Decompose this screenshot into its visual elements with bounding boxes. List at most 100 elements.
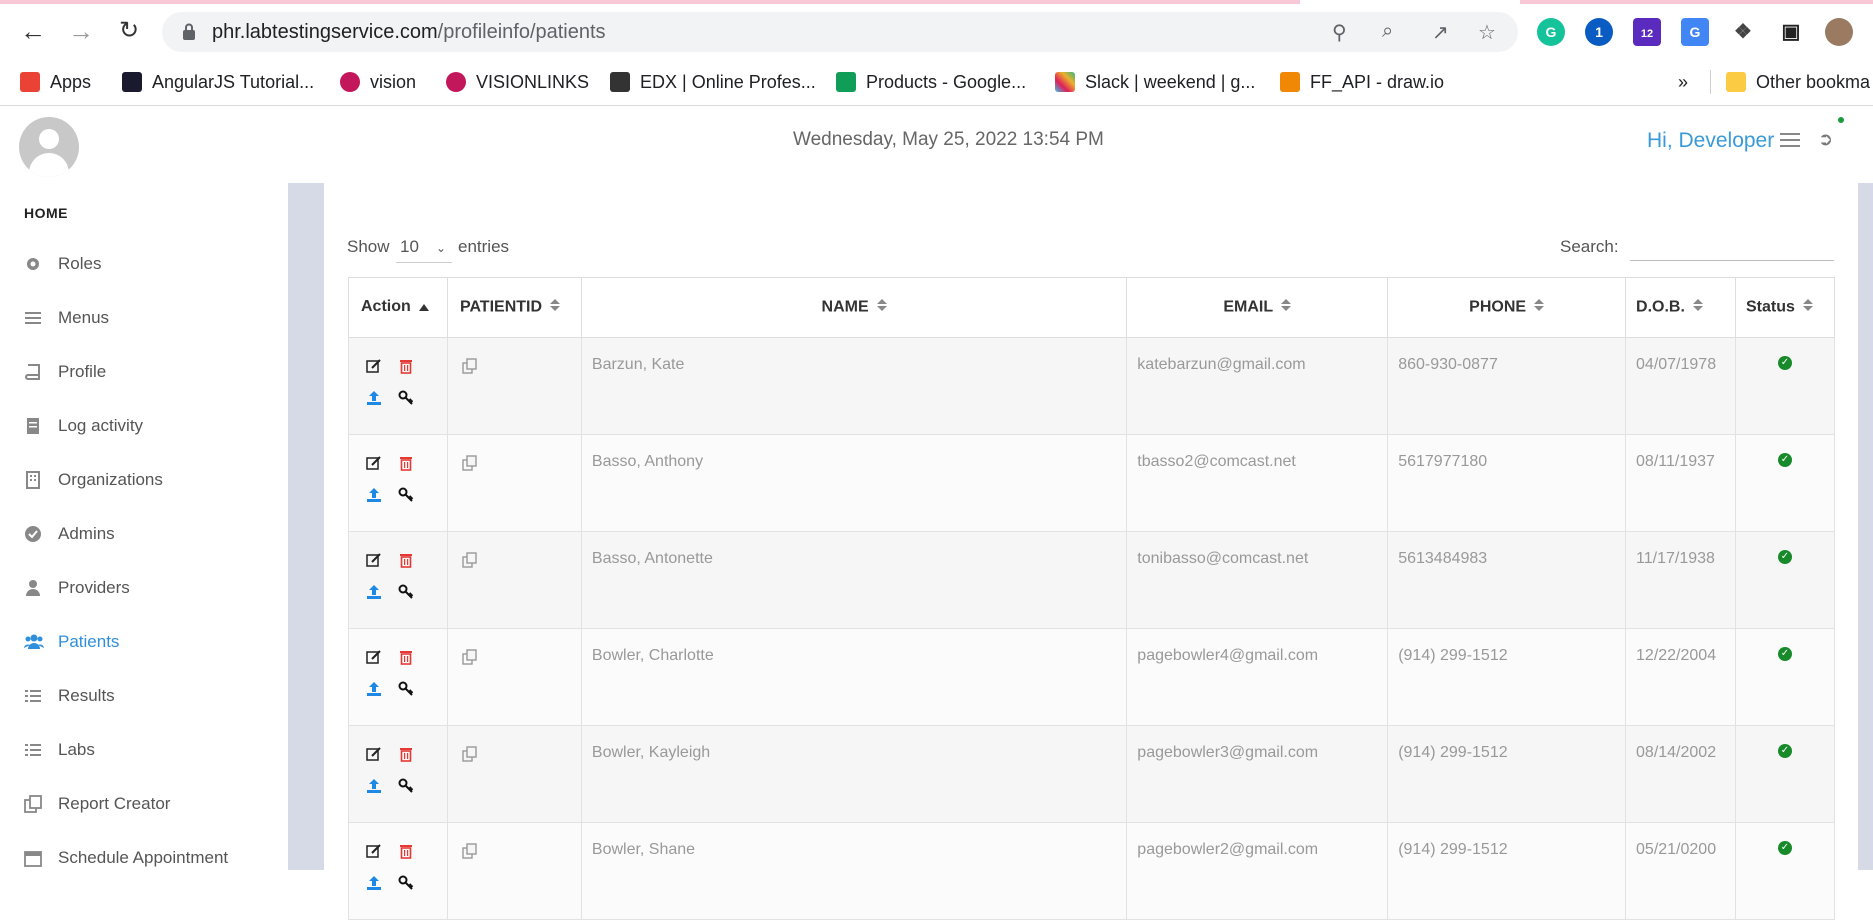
name-cell: Bowler, Charlotte [580,628,1128,726]
sidebar-home-heading: HOME [24,205,68,221]
angularjs-icon [122,72,142,92]
upload-icon[interactable] [364,582,384,602]
status-active-icon[interactable]: ✓ [1777,647,1792,661]
sidebar-item-profile[interactable]: Profile [24,357,106,387]
delete-icon[interactable] [396,647,416,667]
omnibox[interactable]: phr.labtestingservice.com/profileinfo/pa… [162,12,1518,52]
status-active-icon[interactable]: ✓ [1777,453,1792,467]
bookmark-products-google[interactable]: Products - Google... [836,70,1026,94]
column-header-name[interactable]: NAME [580,277,1128,338]
column-header-email[interactable]: EMAIL [1126,277,1389,338]
copy-icon[interactable] [460,647,480,667]
delete-icon[interactable] [396,744,416,764]
more-bookmarks-button[interactable]: » [1678,70,1688,94]
column-header-action[interactable]: Action [348,277,448,338]
key-icon[interactable] [396,388,416,408]
copy-icon[interactable] [460,453,480,473]
scrollbar-track[interactable] [1858,183,1873,870]
delete-icon[interactable] [396,841,416,861]
key-icon[interactable] [396,873,416,893]
upload-icon[interactable] [364,776,384,796]
key-icon[interactable] [396,485,416,505]
key-icon[interactable] [396,582,416,602]
column-header-status[interactable]: Status [1734,277,1836,338]
share-icon[interactable]: ↗ [1432,20,1449,45]
upload-icon[interactable] [364,485,384,505]
user-greeting[interactable]: Hi, Developer [1647,129,1774,153]
calendar-icon [24,849,42,867]
bookmark-star-icon[interactable]: ☆ [1478,20,1496,45]
logout-icon[interactable]: ➲ [1818,129,1833,150]
key-icon[interactable] [396,776,416,796]
entries-per-page-select[interactable]: 10 ⌄ [396,233,452,263]
sidebar-item-schedule-appointment[interactable]: Schedule Appointment [24,843,228,873]
email-cell: pagebowler3@gmail.com [1126,725,1389,823]
user-md-icon [24,579,42,597]
reload-icon[interactable]: ↻ [114,16,144,46]
status-active-icon[interactable]: ✓ [1777,550,1792,564]
upload-icon[interactable] [364,679,384,699]
sidebar-item-providers[interactable]: Providers [24,573,130,603]
other-bookmarks-folder[interactable]: Other bookma [1726,70,1870,94]
status-active-icon[interactable]: ✓ [1777,356,1792,370]
search-input[interactable] [1630,233,1834,261]
sidebar-item-patients[interactable]: Patients [24,627,119,657]
edit-icon[interactable] [364,647,384,667]
sidebar-item-roles[interactable]: Roles [24,249,101,279]
edit-icon[interactable] [364,841,384,861]
column-header-phone[interactable]: PHONE [1387,277,1627,338]
bookmark-vision[interactable]: vision [340,70,416,94]
delete-icon[interactable] [396,550,416,570]
sort-icon [876,298,887,317]
key-icon[interactable] [396,679,416,699]
bookmark-angularjs[interactable]: AngularJS Tutorial... [122,70,314,94]
extensions-puzzle-icon[interactable]: ❖ [1729,18,1757,46]
sidebar-item-log-activity[interactable]: Log activity [24,411,143,441]
edit-icon[interactable] [364,356,384,376]
hamburger-menu-icon[interactable] [1780,133,1800,147]
sidebar-item-admins[interactable]: Admins [24,519,115,549]
zoom-icon[interactable]: ⌕ [1382,20,1393,43]
online-status-dot [1838,117,1844,123]
delete-icon[interactable] [396,356,416,376]
bookmark-slack[interactable]: Slack | weekend | g... [1055,70,1255,94]
column-header-dob[interactable]: D.O.B. [1625,277,1736,338]
phone-cell: (914) 299-1512 [1387,628,1627,726]
extension-badge-icon[interactable]: 12 [1633,18,1661,46]
bookmark-edx[interactable]: EDX | Online Profes... [610,70,816,94]
column-header-patientid[interactable]: PATIENTID [446,277,582,338]
copy-icon[interactable] [460,744,480,764]
user-avatar[interactable] [19,117,79,177]
upload-icon[interactable] [364,873,384,893]
patientid-cell [446,822,582,920]
phone-cell: 5613484983 [1387,531,1627,629]
sidebar-item-menus[interactable]: Menus [24,303,109,333]
back-icon[interactable]: ← [18,16,48,46]
password-manager-icon[interactable]: 1 [1585,18,1613,46]
status-active-icon[interactable]: ✓ [1777,841,1792,855]
profile-avatar-icon[interactable] [1825,18,1853,46]
grammarly-icon[interactable]: G [1537,18,1565,46]
copy-icon[interactable] [460,550,480,570]
sidebar-item-organizations[interactable]: Organizations [24,465,163,495]
sidebar-item-labs[interactable]: Labs [24,735,95,765]
sidebar-item-report-creator[interactable]: Report Creator [24,789,170,819]
status-cell: ✓ [1734,434,1836,532]
forward-icon[interactable]: → [66,16,96,46]
copy-icon[interactable] [460,841,480,861]
bookmark-drawio[interactable]: FF_API - draw.io [1280,70,1444,94]
delete-icon[interactable] [396,453,416,473]
upload-icon[interactable] [364,388,384,408]
key-icon[interactable]: ⚲ [1332,20,1347,45]
translate-icon[interactable]: G [1681,18,1709,46]
bookmark-visionlinks[interactable]: VISIONLINKS [446,70,589,94]
edit-icon[interactable] [364,453,384,473]
folder-icon [1726,72,1746,92]
bookmark-apps[interactable]: Apps [20,70,91,94]
sidebar-item-results[interactable]: Results [24,681,115,711]
edit-icon[interactable] [364,550,384,570]
side-panel-icon[interactable]: ▣ [1777,18,1805,46]
edit-icon[interactable] [364,744,384,764]
status-active-icon[interactable]: ✓ [1777,744,1792,758]
copy-icon[interactable] [460,356,480,376]
